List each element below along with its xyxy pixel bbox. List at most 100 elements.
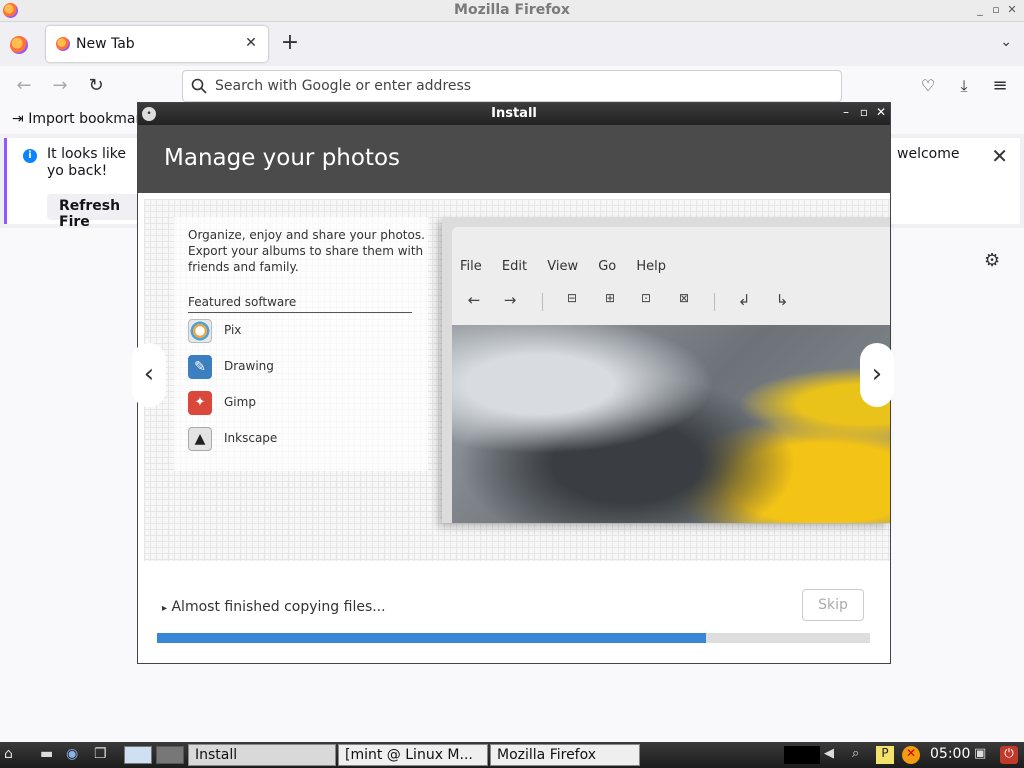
drawing-icon: ✎ [188,355,212,379]
zoom-1-icon: ⊡ [640,291,652,305]
nav-bar: ← → ↻ ♡ ⤓ ≡ [0,66,1024,106]
zoom-fit-icon: ⊠ [678,291,690,305]
power-icon[interactable]: ⏻ [1000,746,1018,764]
previous-slide-button[interactable]: ‹ [132,343,166,407]
gimp-icon: ✦ [188,391,212,415]
minimize-button[interactable]: _ [972,2,988,18]
menu-icon[interactable]: ≡ [988,74,1012,98]
app-item-drawing: ✎ Drawing [188,355,388,379]
task-firefox[interactable]: Mozilla Firefox [490,744,640,766]
expander-icon: ▸ [162,603,168,614]
close-notice-icon[interactable]: ✕ [991,144,1008,168]
slideshow: Organize, enjoy and share your photos. E… [144,199,890,561]
app-screenshot: File Edit View Go Help ← → ⊟ ⊞ ⊡ ⊠ ↲ ↳ [442,217,890,523]
firefox-view-icon[interactable] [10,36,28,54]
url-bar[interactable] [182,70,842,102]
clock: 05:00 [930,746,971,762]
dialog-maximize-button[interactable]: ▫ [856,105,872,119]
task-label: Mozilla Firefox [497,747,597,763]
reload-button[interactable]: ↻ [84,74,108,98]
workspace-2[interactable] [156,746,184,764]
toolbar-separator [542,293,543,311]
app-label: Gimp [224,395,256,409]
info-icon: i [23,149,37,163]
forward-button[interactable]: → [48,74,72,98]
zoom-in-icon: ⊞ [604,291,616,305]
window-title: Mozilla Firefox [454,2,570,18]
tab-bar: New Tab ✕ + ⌄ [0,22,1024,66]
list-all-tabs-icon[interactable]: ⌄ [1000,34,1012,50]
tab-label: New Tab [76,36,135,52]
app-label: Inkscape [224,431,278,445]
new-tab-button[interactable]: + [280,32,300,56]
notice-text: It looks like yo back! [47,146,126,179]
menu-help: Help [636,259,667,274]
tab-new-tab[interactable]: New Tab ✕ [46,26,268,62]
import-bookmarks-link[interactable]: ⇥ Import bookmar [12,111,141,127]
workspace-1[interactable] [124,746,152,764]
slide-description: Organize, enjoy and share your photos. E… [188,228,425,274]
rotate-left-icon: ↲ [737,291,751,309]
progress-fill [157,633,706,643]
progress-status[interactable]: ▸ Almost finished copying files... [162,599,386,615]
taskbar: ⌂ ▬ ◉ ❐ Install [mint @ Linux M... Mozil… [0,742,1024,768]
pix-icon [188,319,212,343]
maximize-button[interactable]: ▫ [988,2,1004,18]
dialog-title: Install [491,106,537,121]
import-bookmarks-label: Import bookmar [28,111,142,127]
toolbar-separator [714,293,715,311]
search-input[interactable] [215,76,815,96]
update-icon[interactable]: ✕ [902,746,920,764]
app-label: Drawing [224,359,274,373]
dialog-minimize-button[interactable]: – [838,105,854,119]
back-arrow-icon: ← [467,291,481,309]
notice-text-right: welcome [897,146,960,162]
menu-go: Go [598,259,617,274]
menu-view: View [547,259,579,274]
dialog-close-button[interactable]: ✕ [873,105,889,119]
app-label: Pix [224,323,242,337]
slide-heading: Manage your photos [164,145,401,171]
next-slide-button[interactable]: › [860,343,894,407]
downloads-icon[interactable]: ⤓ [952,74,976,98]
close-tab-icon[interactable]: ✕ [242,34,260,52]
app-item-gimp: ✦ Gimp [188,391,388,415]
clipboard-icon[interactable]: P [876,746,894,764]
user-icon[interactable]: ▣ [974,746,992,764]
screenshot-window: File Edit View Go Help ← → ⊟ ⊞ ⊡ ⊠ ↲ ↳ [452,227,890,523]
menu-file: File [460,259,482,274]
network-icon[interactable]: ⌕ [852,746,870,764]
install-dialog: • Install – ▫ ✕ Manage your photos Organ… [132,102,894,664]
firefox-titlebar: Mozilla Firefox _ ▫ ✕ [0,0,1024,22]
screenshot-menu: File Edit View Go Help [460,259,682,274]
task-terminal[interactable]: [mint @ Linux M... [338,744,488,766]
refresh-firefox-button[interactable]: Refresh Fire [47,194,147,230]
search-icon [191,78,207,94]
zoom-out-icon: ⊟ [566,291,578,305]
inkscape-icon: ▲ [188,427,212,451]
pocket-icon[interactable]: ♡ [916,74,940,98]
cpu-monitor [784,746,820,764]
task-install[interactable]: Install [188,744,336,766]
windows-icon[interactable]: ❐ [94,746,112,764]
files-icon[interactable]: ▬ [40,746,58,764]
rotate-right-icon: ↳ [775,291,789,309]
skip-button[interactable]: Skip [802,589,864,621]
firefox-tab-icon [56,37,70,51]
browser-icon[interactable]: ◉ [66,746,84,764]
app-item-inkscape: ▲ Inkscape [188,427,388,451]
status-text: Almost finished copying files... [171,599,386,615]
back-button[interactable]: ← [12,74,36,98]
menu-edit: Edit [501,259,528,274]
gear-icon[interactable]: ⚙ [984,250,1000,271]
lily-photo [452,325,890,523]
volume-icon[interactable]: ◀ [824,746,842,764]
dialog-titlebar: • Install – ▫ ✕ [138,103,890,125]
menu-launcher-icon[interactable]: ⌂ [4,746,22,764]
forward-arrow-icon: → [503,291,517,309]
task-label: [mint @ Linux M... [345,747,473,763]
featured-title: Featured software [188,295,412,313]
app-item-pix: Pix [188,319,388,343]
close-window-button[interactable]: ✕ [1004,2,1020,18]
dialog-header: Manage your photos [138,125,890,193]
